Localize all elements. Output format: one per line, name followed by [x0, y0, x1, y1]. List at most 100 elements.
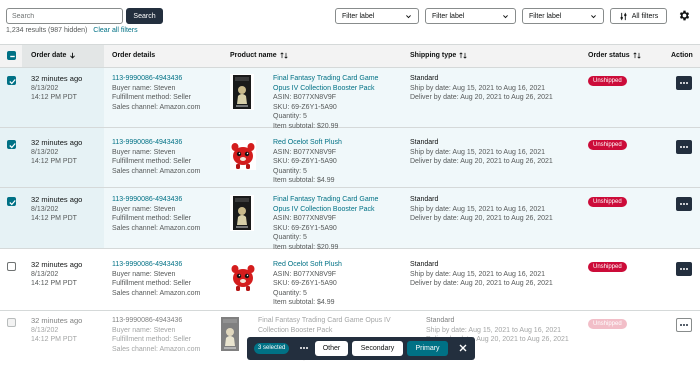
shipping-type: Standard — [410, 139, 439, 146]
ship-by-date: Ship by date: Aug 15, 2021 to Aug 16, 20… — [410, 148, 546, 156]
results-count: 1,234 results (987 hidden) — [6, 27, 88, 34]
order-time-ago: 32 minutes ago — [31, 138, 83, 147]
product-name-link[interactable]: Final Fantasy Trading Card Game — [273, 195, 378, 205]
product-asin: ASIN: B077XN8V9F — [273, 270, 337, 278]
product-thumbnail — [218, 316, 242, 352]
order-details-cell: 113-9990086-4943436 Buyer name: Steven F… — [112, 260, 200, 298]
search-input[interactable] — [6, 8, 123, 24]
ship-by-date: Ship by date: Aug 15, 2021 to Aug 16, 20… — [410, 205, 546, 213]
table-row: 32 minutes ago 8/13/202 14:12 PM PDT 113… — [0, 68, 700, 130]
row-checkbox[interactable] — [7, 76, 16, 85]
order-date-cell: 32 minutes ago 8/13/202 14:12 PM PDT — [31, 74, 82, 103]
shipping-cell: Standard Ship by date: Aug 15, 2021 to A… — [410, 195, 553, 224]
search-button[interactable]: Search — [126, 8, 163, 24]
row-action-button[interactable] — [676, 197, 692, 211]
product-name-link[interactable]: Final Fantasy Trading Card Game — [273, 74, 378, 84]
product-quantity: Quantity: 5 — [273, 167, 307, 175]
row-action-button[interactable] — [676, 140, 692, 154]
chevron-down-icon — [406, 14, 411, 18]
order-details-cell: 113-9990086-4943436 Buyer name: Steven F… — [112, 138, 200, 176]
filter-dropdown-2[interactable]: Filter label — [425, 8, 516, 24]
other-button[interactable]: Other — [315, 341, 348, 356]
row-checkbox[interactable] — [7, 318, 16, 327]
order-id-link[interactable]: 113-9990086-4943436 — [112, 316, 200, 326]
shipping-cell: Standard Ship by date: Aug 15, 2021 to A… — [410, 138, 553, 167]
all-filters-button[interactable]: All filters — [610, 8, 667, 24]
shipping-type: Standard — [426, 317, 455, 324]
deliver-by-date: Deliver by date: Aug 20, 2021 to Aug 26,… — [410, 280, 553, 287]
check-icon — [9, 200, 16, 206]
row-checkbox[interactable] — [7, 140, 16, 149]
clear-filters-link[interactable]: Clear all filters — [93, 27, 137, 34]
more-icon — [680, 82, 688, 84]
product-thumbnail — [230, 74, 254, 110]
sales-channel: Sales channel: Amazon.com — [112, 345, 201, 353]
product-name-link[interactable]: Opus IV Collection Booster Pack — [273, 84, 378, 94]
column-shipping-type[interactable]: Shipping type — [410, 52, 467, 59]
gear-icon[interactable] — [678, 9, 691, 22]
column-product-name[interactable]: Product name — [230, 52, 288, 59]
order-date-cell: 32 minutes ago 8/13/202 14:12 PM PDT — [31, 138, 82, 167]
more-icon[interactable] — [299, 346, 309, 350]
order-id-link[interactable]: 113-9990086-4943436 — [112, 195, 200, 205]
row-action-button[interactable] — [676, 76, 692, 90]
sort-icon — [633, 52, 641, 59]
sales-channel: Sales channel: Amazon.com — [112, 289, 201, 297]
product-name-link[interactable]: Red Ocelot Soft Plush — [273, 260, 342, 270]
column-label: Order status — [588, 52, 630, 59]
order-date: 8/13/202 — [31, 326, 59, 334]
bulk-action-bar: 3 selected Other Secondary Primary — [247, 337, 475, 360]
results-summary: 1,234 results (987 hidden) Clear all fil… — [6, 27, 138, 34]
check-icon — [9, 143, 16, 149]
sales-channel: Sales channel: Amazon.com — [112, 103, 201, 111]
more-icon — [680, 324, 688, 326]
filter-label: Filter label — [432, 12, 465, 20]
order-date-cell: 32 minutes ago 8/13/202 14:12 PM PDT — [31, 260, 82, 289]
row-action-button[interactable] — [676, 318, 692, 332]
column-order-status[interactable]: Order status — [588, 52, 641, 59]
order-details-cell: 113-9990086-4943436 Buyer name: Steven F… — [112, 195, 200, 233]
product-name: Final Fantasy Trading Card Game Opus IV — [258, 317, 391, 324]
select-all-checkbox[interactable] — [7, 51, 16, 60]
product-quantity: Quantity: 5 — [273, 113, 307, 120]
primary-button[interactable]: Primary — [407, 341, 448, 356]
order-date-cell: 32 minutes ago 8/13/202 14:12 PM PDT — [31, 316, 82, 345]
order-date: 8/13/202 — [31, 148, 59, 156]
table-header: Order date Order details Product name Sh… — [0, 44, 700, 68]
order-id-link[interactable]: 113-9990086-4943436 — [112, 74, 200, 84]
minus-icon — [10, 55, 15, 58]
product-name-link[interactable]: Red Ocelot Soft Plush — [273, 138, 342, 148]
order-id-link[interactable]: 113-9990086-4943436 — [112, 260, 200, 270]
buyer-name: Buyer name: Steven — [112, 326, 176, 334]
chevron-down-icon — [503, 14, 508, 18]
product-asin: ASIN: B077XN8V9F — [273, 215, 337, 222]
row-checkbox[interactable] — [7, 197, 16, 206]
order-id-link[interactable]: 113-9990086-4943436 — [112, 138, 200, 148]
filter-label: Filter label — [529, 12, 562, 20]
product-sku: SKU: 69-Z6Y1-5A90 — [273, 224, 337, 232]
filter-dropdown-3[interactable]: Filter label — [522, 8, 604, 24]
order-date-cell: 32 minutes ago 8/13/202 14:12 PM PDT — [31, 195, 82, 224]
status-badge: Unshipped — [588, 319, 627, 329]
column-label: Product name — [230, 52, 277, 59]
product-quantity: Quantity: 5 — [273, 234, 307, 241]
buyer-name: Buyer name: Steven — [112, 270, 176, 278]
product-name-link[interactable]: Opus IV Collection Booster Pack — [273, 205, 378, 215]
shipping-type: Standard — [410, 75, 439, 82]
status-badge: Unshipped — [588, 197, 627, 207]
sales-channel: Sales channel: Amazon.com — [112, 167, 201, 175]
column-order-details: Order details — [112, 52, 155, 59]
column-label: Order details — [112, 52, 156, 59]
product-sku: SKU: 69-Z6Y1-5A90 — [273, 158, 337, 165]
fulfillment-method: Fulfillment method: Seller — [112, 215, 191, 222]
close-icon[interactable] — [457, 342, 469, 354]
product-quantity: Quantity: 5 — [273, 289, 307, 297]
row-checkbox[interactable] — [7, 262, 16, 271]
status-badge: Unshipped — [588, 140, 627, 150]
filter-dropdown-1[interactable]: Filter label — [335, 8, 419, 24]
buyer-name: Buyer name: Steven — [112, 148, 176, 156]
column-label: Shipping type — [410, 52, 457, 59]
row-action-button[interactable] — [676, 262, 692, 276]
column-order-date[interactable]: Order date — [31, 52, 76, 59]
secondary-button[interactable]: Secondary — [352, 341, 403, 356]
